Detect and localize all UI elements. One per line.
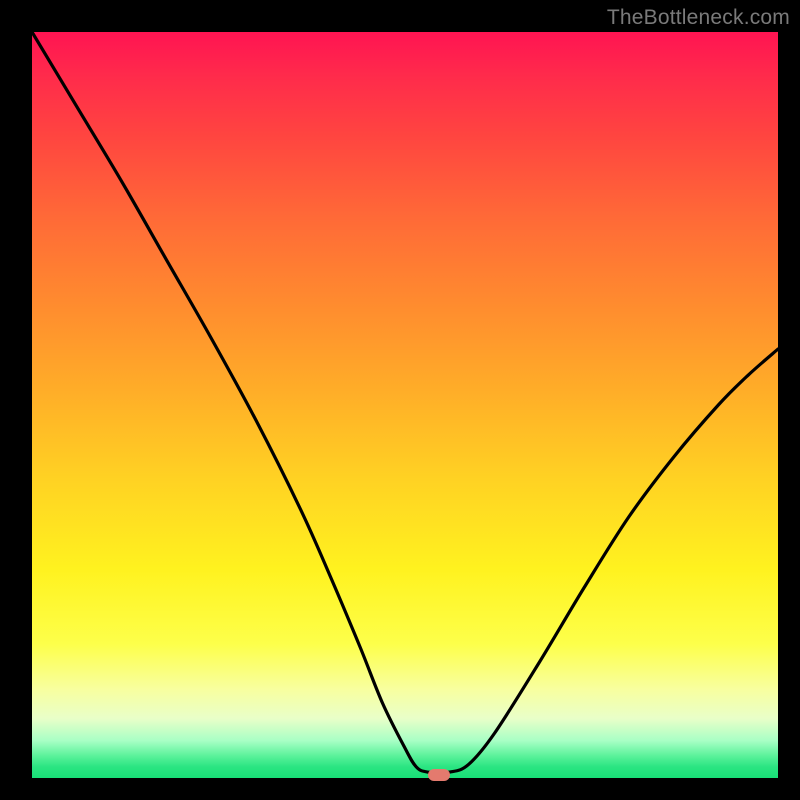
chart-frame: TheBottleneck.com — [0, 0, 800, 800]
plot-area — [32, 32, 778, 778]
bottleneck-curve — [32, 32, 778, 778]
watermark-text: TheBottleneck.com — [607, 6, 790, 30]
bottleneck-marker — [428, 769, 450, 781]
